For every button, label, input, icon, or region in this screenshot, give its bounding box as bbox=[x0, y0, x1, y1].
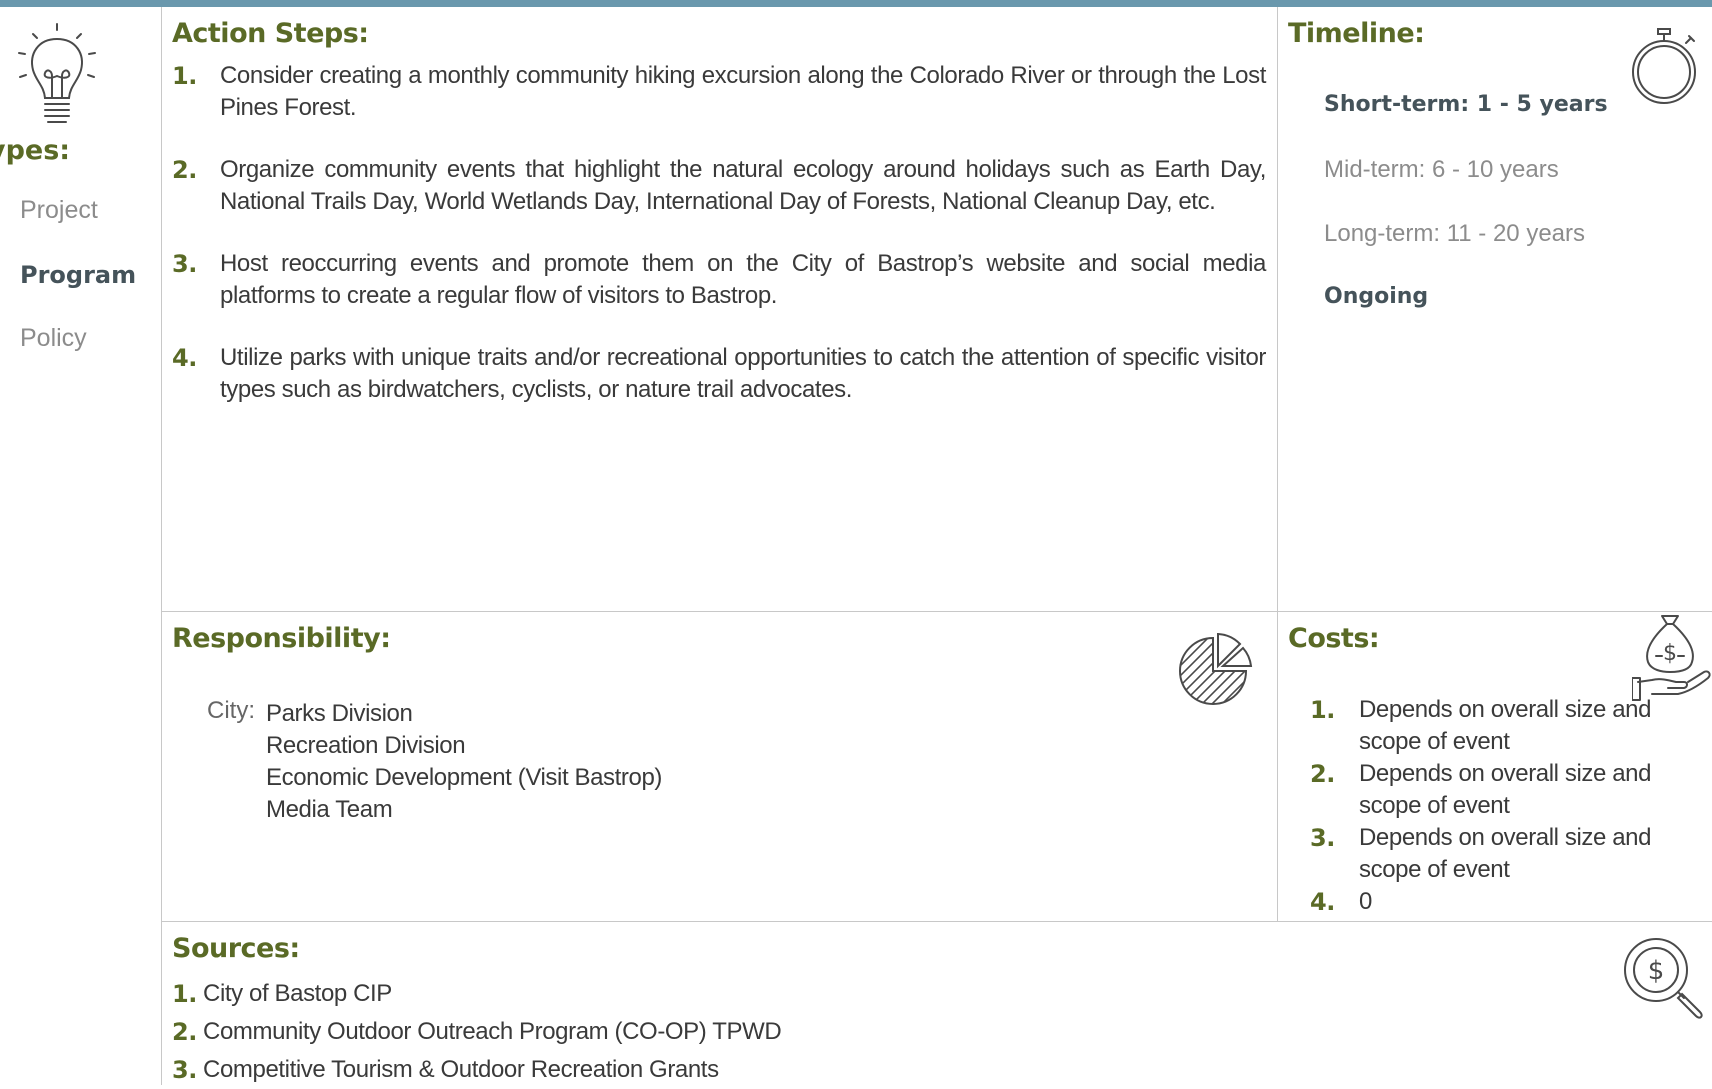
step-text: Utilize parks with unique traits and/or … bbox=[220, 344, 1266, 403]
step-text: Consider creating a monthly community hi… bbox=[220, 62, 1266, 121]
action-steps-heading: Action Steps: bbox=[172, 18, 369, 49]
divider-middle bbox=[1277, 7, 1278, 921]
source-number: 3. bbox=[172, 1056, 198, 1084]
timeline-ongoing: Ongoing bbox=[1324, 284, 1429, 309]
list-item: 3. Depends on overall size and scope of … bbox=[1310, 822, 1670, 886]
sources-list: 1. City of Bastop CIP 2. Community Outdo… bbox=[172, 975, 782, 1089]
costs-heading: Costs: bbox=[1288, 623, 1380, 654]
cost-number: 1. bbox=[1310, 696, 1336, 724]
type-program: Program bbox=[20, 261, 137, 289]
timeline-long-term: Long-term: 11 - 20 years bbox=[1324, 220, 1586, 247]
source-number: 1. bbox=[172, 980, 198, 1008]
types-panel: ypes: Project Program Policy bbox=[0, 7, 161, 1085]
list-item: 2. Depends on overall size and scope of … bbox=[1310, 758, 1670, 822]
sources-heading: Sources: bbox=[172, 933, 300, 964]
list-item: 2. Community Outdoor Outreach Program (C… bbox=[172, 1013, 782, 1051]
responsibility-city-label: City: bbox=[207, 697, 255, 724]
top-accent-bar bbox=[0, 0, 1712, 7]
step-number: 3. bbox=[172, 250, 198, 278]
divider-left bbox=[161, 7, 162, 1085]
list-item: 3. Host reoccurring events and promote t… bbox=[172, 248, 1266, 312]
step-number: 2. bbox=[172, 156, 198, 184]
types-label: ypes: bbox=[0, 135, 71, 166]
step-number: 4. bbox=[172, 344, 198, 372]
cost-text: 0 bbox=[1359, 888, 1372, 915]
type-project: Project bbox=[20, 196, 98, 224]
responsibility-list: Parks Division Recreation Division Econo… bbox=[266, 698, 662, 826]
money-bag-hand-icon: $ bbox=[1632, 615, 1711, 701]
step-number: 1. bbox=[172, 62, 198, 90]
cost-number: 3. bbox=[1310, 824, 1336, 852]
stopwatch-icon bbox=[1632, 28, 1696, 104]
step-text: Organize community events that highlight… bbox=[220, 156, 1266, 215]
list-item: 4. Utilize parks with unique traits and/… bbox=[172, 342, 1266, 406]
pie-chart-icon bbox=[1179, 632, 1253, 705]
step-text: Host reoccurring events and promote them… bbox=[220, 250, 1266, 309]
svg-text:$: $ bbox=[1663, 641, 1677, 666]
svg-text:$: $ bbox=[1648, 956, 1665, 986]
responsibility-heading: Responsibility: bbox=[172, 623, 391, 654]
timeline-heading: Timeline: bbox=[1288, 18, 1425, 49]
list-item: 1. City of Bastop CIP bbox=[172, 975, 781, 1013]
list-item: 1. Consider creating a monthly community… bbox=[172, 60, 1266, 124]
source-text: City of Bastop CIP bbox=[203, 980, 392, 1007]
list-item: 2. Organize community events that highli… bbox=[172, 154, 1266, 218]
cost-text: Depends on overall size and scope of eve… bbox=[1359, 824, 1652, 883]
cost-text: Depends on overall size and scope of eve… bbox=[1359, 760, 1652, 819]
search-dollar-icon: $ bbox=[1624, 938, 1703, 1019]
list-item: 3. Competitive Tourism & Outdoor Recreat… bbox=[172, 1051, 781, 1089]
cost-text: Depends on overall size and scope of eve… bbox=[1359, 696, 1652, 755]
action-steps-list: 1. Consider creating a monthly community… bbox=[172, 60, 1266, 436]
source-text: Community Outdoor Outreach Program (CO-O… bbox=[203, 1018, 782, 1045]
list-item: Recreation Division bbox=[266, 732, 466, 759]
list-item: Economic Development (Visit Bastrop) bbox=[266, 764, 662, 791]
cost-number: 2. bbox=[1310, 760, 1336, 788]
source-number: 2. bbox=[172, 1018, 198, 1046]
list-item: Parks Division bbox=[266, 700, 413, 727]
lightbulb-icon bbox=[18, 23, 96, 123]
list-item: 4. 0 bbox=[1310, 886, 1670, 918]
list-item: Media Team bbox=[266, 796, 393, 823]
divider-row-2 bbox=[161, 921, 1712, 922]
costs-list: 1. Depends on overall size and scope of … bbox=[1310, 694, 1670, 918]
divider-row-1 bbox=[161, 611, 1712, 612]
list-item: 1. Depends on overall size and scope of … bbox=[1310, 694, 1670, 758]
cost-number: 4. bbox=[1310, 888, 1336, 916]
timeline-short-term: Short-term: 1 - 5 years bbox=[1324, 92, 1608, 117]
source-text: Competitive Tourism & Outdoor Recreation… bbox=[203, 1056, 719, 1083]
type-policy: Policy bbox=[20, 324, 87, 352]
timeline-mid-term: Mid-term: 6 - 10 years bbox=[1324, 156, 1559, 183]
